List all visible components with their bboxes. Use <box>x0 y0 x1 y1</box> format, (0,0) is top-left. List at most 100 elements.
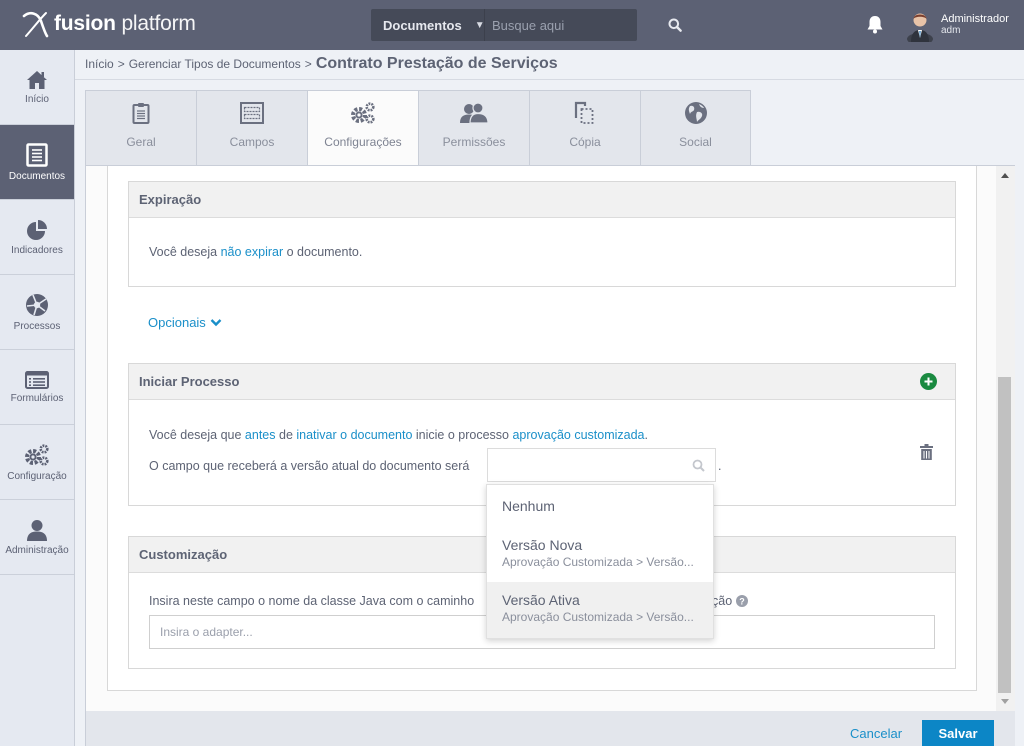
scroll-up-arrow-icon[interactable] <box>1001 173 1009 178</box>
sidebar-item-label: Formulários <box>10 392 64 404</box>
expiration-option-link[interactable]: não expirar <box>221 245 284 259</box>
option-subtitle: Aprovação Customizada > Versão... <box>502 610 694 624</box>
dropdown-option[interactable]: Versão Ativa Aprovação Customizada > Ver… <box>487 582 713 638</box>
top-bar: fusion platform Documentos ▼ Busque aqui… <box>0 0 1024 50</box>
search-button[interactable] <box>668 9 682 41</box>
optional-toggle-label: Opcionais <box>148 315 206 330</box>
aperture-icon <box>26 293 48 316</box>
text: Você deseja <box>149 245 221 259</box>
sidebar-item-documentos[interactable]: Documentos <box>0 125 74 200</box>
pie-chart-icon <box>27 219 47 240</box>
user-name[interactable]: Administrador <box>941 13 1009 25</box>
search-icon <box>692 459 705 472</box>
page-title: Contrato Prestação de Serviços <box>315 55 558 72</box>
search-scope-dropdown[interactable]: Documentos ▼ <box>371 9 485 41</box>
process-sentence: Você deseja que antes de inativar o docu… <box>149 428 648 442</box>
fields-icon <box>240 102 264 124</box>
caret-down-icon: ▼ <box>474 19 485 31</box>
card-title: Expiração <box>129 182 955 218</box>
sidebar-item-label: Administração <box>5 544 69 556</box>
tab-geral[interactable]: Geral <box>85 90 196 166</box>
search-input[interactable] <box>485 9 668 41</box>
adapter-description: Insira neste campo o nome da classe Java… <box>149 594 475 608</box>
copy-icon <box>574 101 594 124</box>
timing-link[interactable]: antes <box>245 428 276 442</box>
card-expiracao: Expiração Você deseja não expirar o docu… <box>128 181 956 287</box>
logo[interactable]: fusion platform <box>22 9 196 39</box>
text: ção <box>712 594 733 608</box>
breadcrumb-separator: > <box>304 57 312 71</box>
sidebar-item-label: Início <box>25 93 49 105</box>
avatar[interactable] <box>905 8 935 45</box>
breadcrumb-item-gerenciar[interactable]: Gerenciar Tipos de Documentos <box>129 57 301 71</box>
cancel-button[interactable]: Cancelar <box>850 726 902 741</box>
sidebar-item-label: Documentos <box>8 170 66 182</box>
option-title: Nenhum <box>502 498 555 514</box>
svg-text:?: ? <box>739 597 745 607</box>
text: Você deseja que <box>149 428 245 442</box>
option-subtitle: Aprovação Customizada > Versão... <box>502 555 694 569</box>
form-list-icon <box>25 370 49 389</box>
option-title: Versão Ativa <box>502 592 580 608</box>
process-link[interactable]: aprovação customizada <box>512 428 644 442</box>
tab-label: Campos <box>229 135 275 149</box>
help-icon[interactable]: ? <box>736 595 749 607</box>
dropdown-option[interactable]: Versão Nova Aprovação Customizada > Vers… <box>487 527 713 582</box>
gears-icon <box>351 102 375 124</box>
trash-icon <box>920 444 933 460</box>
fusion-logo-icon <box>22 11 49 38</box>
dropdown-option[interactable]: Nenhum <box>487 485 713 527</box>
option-title: Versão Nova <box>502 537 583 553</box>
text: o documento. <box>283 245 363 259</box>
add-process-button[interactable] <box>920 373 937 390</box>
card-header: Iniciar Processo <box>129 364 955 400</box>
tab-label: Cópia <box>569 135 601 149</box>
brand-name: fusion platform <box>54 12 196 35</box>
tab-label: Configurações <box>324 135 402 149</box>
tab-permissoes[interactable]: Permissões <box>418 90 529 166</box>
gears-icon <box>25 443 49 466</box>
tab-label: Social <box>679 135 712 149</box>
sidebar-item-label: Indicadores <box>11 244 63 256</box>
tab-bar: Geral Campos Configurações Permissões Có… <box>85 90 751 166</box>
expiracao-sentence: Você deseja não expirar o documento. <box>129 218 955 259</box>
search-scope-label: Documentos <box>383 17 462 33</box>
user-login: adm <box>941 25 961 36</box>
clipboard-icon <box>132 103 150 124</box>
tab-configuracoes[interactable]: Configurações <box>307 90 418 166</box>
scroll-down-arrow-icon[interactable] <box>1001 699 1009 704</box>
notifications-button[interactable] <box>866 15 884 39</box>
sidebar-item-administracao[interactable]: Administração <box>0 500 74 575</box>
sidebar-item-label: Processos <box>13 320 61 332</box>
globe-icon <box>684 102 707 124</box>
tab-social[interactable]: Social <box>640 90 751 166</box>
chevron-down-icon <box>210 319 222 327</box>
optional-toggle[interactable]: Opcionais <box>148 315 222 330</box>
breadcrumb-item-inicio[interactable]: Início <box>85 57 114 71</box>
bell-icon <box>867 16 883 34</box>
adapter-description-end: ção ? <box>712 594 749 608</box>
vertical-scrollbar[interactable] <box>996 166 1015 711</box>
tab-campos[interactable]: Campos <box>196 90 307 166</box>
tab-copia[interactable]: Cópia <box>529 90 640 166</box>
sidebar-item-configuracao[interactable]: Configuração <box>0 425 74 500</box>
breadcrumb: Início > Gerenciar Tipos de Documentos >… <box>85 55 558 73</box>
event-link[interactable]: inativar o documento <box>296 428 412 442</box>
text: . <box>644 428 648 442</box>
sidebar-item-processos[interactable]: Processos <box>0 275 74 350</box>
search-icon <box>668 18 682 32</box>
delete-process-button[interactable] <box>920 444 933 463</box>
text: . <box>718 459 722 473</box>
scrollbar-thumb[interactable] <box>998 377 1011 693</box>
version-field-label: O campo que receberá a versão atual do d… <box>149 459 470 473</box>
save-button[interactable]: Salvar <box>922 720 994 746</box>
divider <box>75 79 1024 80</box>
user-avatar-icon <box>907 13 933 45</box>
sidebar-item-formularios[interactable]: Formulários <box>0 350 74 425</box>
sidebar-item-inicio[interactable]: Início <box>0 50 74 125</box>
user-icon <box>27 519 47 541</box>
plus-icon <box>924 377 933 386</box>
version-field-select[interactable] <box>487 448 716 482</box>
sidebar-item-indicadores[interactable]: Indicadores <box>0 200 74 275</box>
version-field-dropdown: Nenhum Versão Nova Aprovação Customizada… <box>486 484 714 639</box>
